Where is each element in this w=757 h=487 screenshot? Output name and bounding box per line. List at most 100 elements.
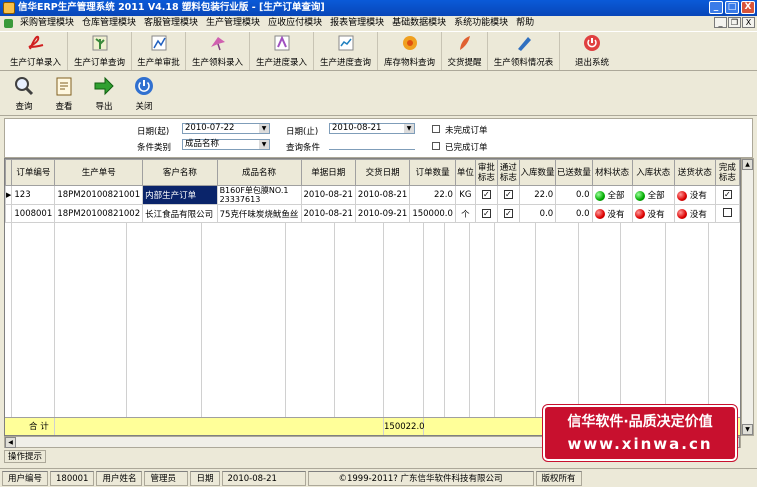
cell-product[interactable]: 75克仟味炭烧鱿鱼丝 — [216, 204, 302, 223]
cell-stock-status[interactable]: 全部 — [631, 185, 675, 205]
table-row[interactable]: ▶ 123 18PM20100821001 内部生产订单 B160F单包膜NO.… — [5, 185, 740, 205]
col-approved[interactable]: 审批标志 — [474, 159, 498, 186]
grid-header-row: 订单编号 生产单号 客户名称 成品名称 单据日期 交货日期 订单数量 单位 审批… — [5, 159, 740, 186]
menu-system[interactable]: 系统功能模块 — [450, 16, 512, 30]
toolbar-delivery-reminder[interactable]: 交货提醒 — [442, 32, 488, 70]
approved-checkbox[interactable]: ✓ — [481, 208, 491, 218]
col-unit[interactable]: 单位 — [454, 159, 476, 186]
col-delivery-date[interactable]: 交货日期 — [354, 159, 411, 186]
menu-purchase[interactable]: 采购管理模块 — [16, 16, 78, 30]
cell-ship-status[interactable]: 没有 — [673, 204, 716, 223]
cell-product[interactable]: B160F单包膜NO.1 23337613 — [216, 185, 302, 205]
toolbar-inventory-query[interactable]: 库存物料查询 — [378, 32, 442, 70]
cell-order-no[interactable]: 123 — [11, 185, 56, 205]
finished-orders-checkbox[interactable] — [432, 142, 440, 150]
cell-passed[interactable]: ✓ — [496, 185, 520, 205]
col-ship-status[interactable]: 送货状态 — [673, 159, 716, 186]
action-toolbar: 查询 查看 导出 关闭 — [0, 74, 757, 116]
category-select[interactable]: 成品名称 ▼ — [182, 139, 270, 150]
tips-tab[interactable]: 操作提示 — [4, 450, 47, 463]
menu-help[interactable]: 帮助 — [512, 16, 538, 30]
scroll-down-icon[interactable]: ▼ — [742, 424, 753, 435]
col-order-no[interactable]: 订单编号 — [11, 159, 56, 186]
col-product[interactable]: 成品名称 — [216, 159, 302, 186]
export-button[interactable]: 导出 — [84, 74, 124, 114]
done-checkbox[interactable]: ✓ — [722, 190, 732, 199]
col-instock-qty[interactable]: 入库数量 — [518, 159, 557, 186]
close-form-button[interactable]: 关闭 — [124, 74, 164, 114]
cell-approved[interactable]: ✓ — [474, 204, 498, 223]
col-stock-status[interactable]: 入库状态 — [631, 159, 675, 186]
cell-done[interactable] — [714, 204, 740, 223]
close-button[interactable]: X — [741, 1, 755, 14]
toolbar-exit[interactable]: 退出系统 — [560, 32, 624, 70]
table-row[interactable]: 1008001 18PM20100821002 长江食品有限公司 75克仟味炭烧… — [5, 204, 740, 223]
col-qty[interactable]: 订单数量 — [409, 159, 456, 186]
cell-prod-no[interactable]: 18PM20100821001 — [54, 185, 144, 205]
col-doc-date[interactable]: 单据日期 — [300, 159, 356, 186]
maximize-button[interactable]: □ — [725, 1, 739, 14]
passed-checkbox[interactable]: ✓ — [503, 190, 513, 199]
cell-sent-qty[interactable]: 0.0 — [555, 185, 593, 205]
vertical-scrollbar[interactable]: ▲ ▼ — [741, 158, 754, 436]
cell-doc-date[interactable]: 2010-08-21 — [300, 185, 356, 205]
cell-material-status[interactable]: 没有 — [591, 204, 633, 223]
cell-passed[interactable]: ✓ — [496, 204, 520, 223]
date-end-picker[interactable]: 2010-08-21 ▼ — [329, 123, 415, 134]
cell-qty[interactable]: 22.0 — [409, 185, 456, 205]
cell-stock-status[interactable]: 没有 — [631, 204, 675, 223]
cell-qty[interactable]: 150000.0 — [409, 204, 456, 223]
menu-production[interactable]: 生产管理模块 — [202, 16, 264, 30]
minimize-button[interactable]: _ — [709, 1, 723, 14]
query-button[interactable]: 查询 — [4, 74, 44, 114]
unfinished-orders-checkbox[interactable] — [432, 125, 440, 133]
menu-finance[interactable]: 应收应付模块 — [264, 16, 326, 30]
menu-warehouse[interactable]: 仓库管理模块 — [78, 16, 140, 30]
done-checkbox[interactable] — [722, 207, 732, 217]
toolbar-progress-query[interactable]: 生产进度查询 — [314, 32, 378, 70]
col-passed[interactable]: 通过标志 — [496, 159, 520, 186]
cell-delivery-date[interactable]: 2010-08-21 — [354, 185, 411, 205]
cell-order-no[interactable]: 1008001 — [11, 204, 56, 223]
cell-unit[interactable]: KG — [454, 185, 476, 205]
cell-ship-status[interactable]: 没有 — [673, 185, 716, 205]
approved-checkbox[interactable]: ✓ — [481, 190, 491, 199]
menu-reports[interactable]: 报表管理模块 — [326, 16, 388, 30]
date-start-picker[interactable]: 2010-07-22 ▼ — [182, 123, 270, 134]
menu-basedata[interactable]: 基础数据模块 — [388, 16, 450, 30]
mdi-close-button[interactable]: X — [742, 17, 755, 28]
col-done[interactable]: 完成标志 — [714, 159, 740, 186]
mdi-minimize-button[interactable]: _ — [714, 17, 727, 28]
toolbar-order-query[interactable]: 生产订单查询 — [68, 32, 132, 70]
view-button[interactable]: 查看 — [44, 74, 84, 114]
toolbar-approve[interactable]: 生产单审批 — [132, 32, 186, 70]
cell-approved[interactable]: ✓ — [474, 185, 498, 205]
mdi-restore-button[interactable]: ❐ — [728, 17, 741, 28]
cell-done[interactable]: ✓ — [714, 185, 740, 205]
scroll-left-icon[interactable]: ◀ — [5, 437, 16, 448]
cell-doc-date[interactable]: 2010-08-21 — [300, 204, 356, 223]
cell-instock-qty[interactable]: 22.0 — [518, 185, 557, 205]
col-material-status[interactable]: 材料状态 — [591, 159, 633, 186]
passed-checkbox[interactable]: ✓ — [503, 208, 513, 218]
cell-customer[interactable]: 长江食品有限公司 — [142, 204, 218, 223]
cell-customer[interactable]: 内部生产订单 — [142, 185, 218, 205]
toolbar-material-entry[interactable]: 生产领料录入 — [186, 32, 250, 70]
query-condition-input[interactable] — [329, 139, 415, 150]
cell-unit[interactable]: 个 — [454, 204, 476, 223]
cell-instock-qty[interactable]: 0.0 — [518, 204, 557, 223]
toolbar-label: 库存物料查询 — [383, 58, 435, 68]
col-prod-no[interactable]: 生产单号 — [54, 159, 144, 186]
unfinished-orders-label: 未完成订单 — [445, 126, 488, 136]
col-sent-qty[interactable]: 已送数量 — [555, 159, 593, 186]
toolbar-progress-entry[interactable]: 生产进度录入 — [250, 32, 314, 70]
scroll-up-icon[interactable]: ▲ — [742, 159, 753, 170]
cell-material-status[interactable]: 全部 — [591, 185, 633, 205]
col-customer[interactable]: 客户名称 — [142, 159, 218, 186]
cell-sent-qty[interactable]: 0.0 — [555, 204, 593, 223]
cell-prod-no[interactable]: 18PM20100821002 — [54, 204, 144, 223]
cell-delivery-date[interactable]: 2010-09-21 — [354, 204, 411, 223]
toolbar-order-entry[interactable]: 生产订单录入 — [4, 32, 68, 70]
toolbar-material-report[interactable]: 生产领料情况表 — [488, 32, 560, 70]
menu-service[interactable]: 客服管理模块 — [140, 16, 202, 30]
